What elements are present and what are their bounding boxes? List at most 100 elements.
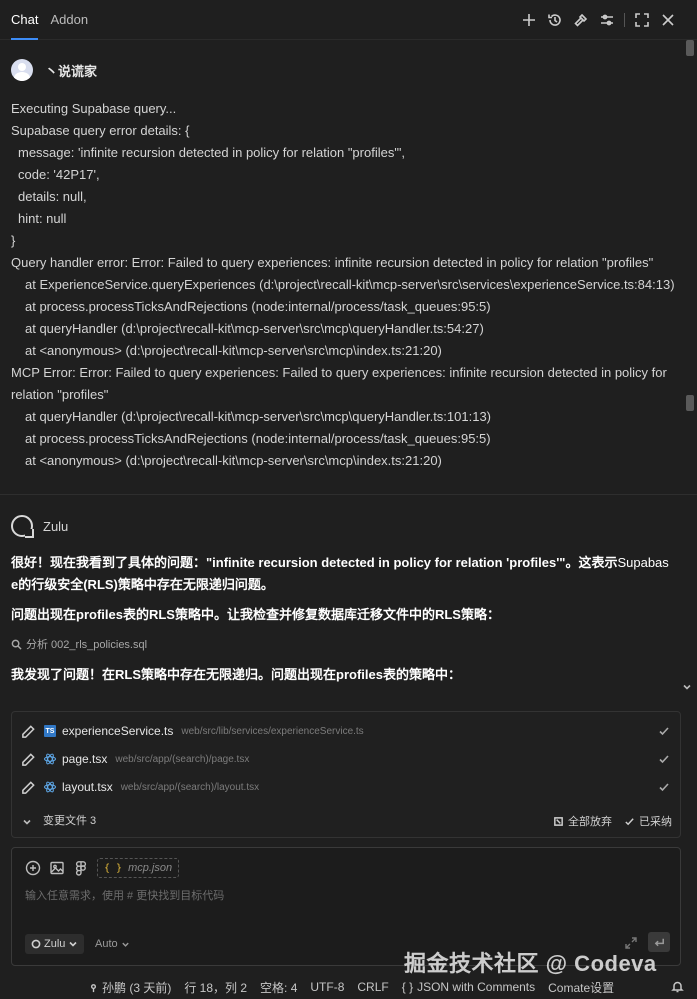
changed-files-footer: 变更文件 3 全部放弃 已采纳	[12, 809, 680, 831]
close-icon[interactable]	[655, 8, 681, 32]
sliders-icon[interactable]	[594, 8, 620, 32]
log-line: Executing Supabase query...	[11, 101, 177, 116]
scrollbar-thumb-top[interactable]	[686, 40, 694, 56]
toolbar	[516, 8, 681, 32]
changed-files-panel: TS experienceService.ts web/src/lib/serv…	[11, 711, 681, 838]
status-language-label: JSON with Comments	[417, 980, 536, 994]
file-path: web/src/lib/services/experienceService.t…	[181, 725, 364, 737]
log-line: code: '42P17',	[18, 167, 100, 182]
chevron-down-icon	[69, 941, 77, 947]
top-bar: Chat Addon	[0, 0, 697, 40]
log-line: details: null,	[18, 189, 87, 204]
discard-all-label: 全部放弃	[568, 816, 612, 828]
log-line: Query handler error: Error: Failed to qu…	[11, 255, 654, 270]
check-icon	[658, 781, 670, 793]
reply-text: 很好！现在我看到了具体的问题："infinite recursion detec…	[11, 555, 618, 570]
figma-icon[interactable]	[73, 860, 89, 876]
discard-all-button[interactable]: 全部放弃	[553, 813, 612, 829]
message-divider	[0, 494, 697, 495]
file-row[interactable]: TS experienceService.ts web/src/lib/serv…	[12, 717, 680, 745]
log-line: message: 'infinite recursion detected in…	[18, 145, 406, 160]
edit-icon	[21, 780, 36, 795]
bell-icon[interactable]	[671, 980, 684, 993]
file-path: web/src/app/(search)/layout.tsx	[120, 781, 260, 793]
changed-files-count[interactable]: 变更文件 3	[43, 812, 96, 828]
toolbar-divider	[624, 13, 625, 27]
mcp-tag-label: mcp.json	[128, 862, 173, 874]
bot-message-header: Zulu	[11, 515, 69, 538]
accepted-label: 已采纳	[639, 816, 672, 828]
hammer-icon[interactable]	[568, 8, 594, 32]
chevron-down-icon	[121, 942, 129, 947]
reply-paragraph-3: 我发现了问题！在RLS策略中存在无限递归。问题出现在profiles表的策略中：	[11, 667, 461, 682]
typescript-file-icon: TS	[44, 725, 56, 737]
log-line: Supabase query error details: {	[11, 123, 190, 138]
reply-paragraph-2: 问题出现在profiles表的RLS策略中。让我检查并修复数据库迁移文件中的RL…	[11, 607, 500, 622]
status-language[interactable]: { } JSON with Comments	[402, 980, 535, 994]
plus-icon[interactable]	[516, 8, 542, 32]
git-commit-icon	[90, 983, 97, 992]
status-bar: 孙鹏 (3 天前) 行 18，列 2 空格: 4 UTF-8 CRLF { } …	[0, 975, 697, 999]
add-context-icon[interactable]	[25, 860, 41, 876]
status-comate-settings[interactable]: Comate设置	[548, 979, 614, 996]
input-tools: { } mcp.json	[25, 858, 180, 878]
watermark: 掘金技术社区 @ Codeva	[404, 951, 657, 976]
tab-addon[interactable]: Addon	[50, 0, 88, 40]
reply-text: Supabas	[617, 555, 669, 570]
avatar	[11, 59, 33, 81]
file-name: layout.tsx	[62, 780, 113, 794]
chat-input-placeholder[interactable]: 输入任意需求，使用 # 更快找到目标代码	[25, 887, 224, 903]
log-line: relation "profiles"	[11, 387, 109, 402]
reply-paragraph-1: 很好！现在我看到了具体的问题："infinite recursion detec…	[11, 552, 681, 596]
check-icon	[625, 817, 634, 825]
check-icon	[658, 753, 670, 765]
search-icon	[11, 639, 22, 650]
log-line: MCP Error: Error: Failed to query experi…	[11, 365, 667, 380]
mcp-json-tag[interactable]: { } mcp.json	[97, 858, 180, 878]
log-line: at queryHandler (d:\project\recall-kit\m…	[25, 321, 484, 336]
status-indentation[interactable]: 空格: 4	[260, 979, 297, 996]
file-name: experienceService.ts	[62, 724, 174, 738]
status-git-blame[interactable]: 孙鹏 (3 天前)	[88, 979, 171, 996]
mode-label: Auto	[95, 938, 118, 950]
discard-icon	[554, 816, 563, 826]
log-line: at process.processTicksAndRejections (no…	[25, 299, 491, 314]
file-actions: 全部放弃 已采纳	[541, 813, 672, 829]
user-name: 丶说谎家	[45, 63, 98, 79]
status-encoding[interactable]: UTF-8	[310, 980, 344, 994]
error-log: Executing Supabase query... Supabase que…	[11, 98, 681, 472]
log-line: hint: null	[18, 211, 67, 226]
log-line: at queryHandler (d:\project\recall-kit\m…	[25, 409, 492, 424]
edit-icon	[21, 752, 36, 767]
model-selector[interactable]: Zulu	[25, 934, 85, 954]
status-cursor-position[interactable]: 行 18，列 2	[184, 979, 247, 996]
log-line: }	[11, 233, 16, 248]
file-path: web/src/app/(search)/page.tsx	[115, 753, 250, 765]
zulu-logo-icon	[31, 939, 41, 949]
analyze-step[interactable]: 分析 002_rls_policies.sql	[11, 636, 147, 652]
edit-icon	[21, 724, 36, 739]
file-row[interactable]: page.tsx web/src/app/(search)/page.tsx	[12, 745, 680, 773]
mode-selector[interactable]: Auto	[95, 934, 130, 954]
react-file-icon	[44, 753, 56, 765]
maximize-icon[interactable]	[629, 8, 655, 32]
image-icon[interactable]	[49, 860, 65, 876]
log-line: at process.processTicksAndRejections (no…	[25, 431, 491, 446]
chevron-down-icon[interactable]	[682, 680, 692, 690]
reply-text: e的行级安全(RLS)策略中存在无限递归问题。	[11, 577, 274, 592]
file-name: page.tsx	[62, 752, 108, 766]
tab-chat[interactable]: Chat	[11, 0, 39, 40]
scrollbar-thumb[interactable]	[686, 395, 694, 411]
status-author: 孙鹏 (3 天前)	[102, 980, 172, 995]
analyze-label: 分析 002_rls_policies.sql	[26, 639, 148, 651]
file-row[interactable]: layout.tsx web/src/app/(search)/layout.t…	[12, 773, 680, 801]
json-brace-icon: { }	[104, 862, 123, 874]
accepted-button[interactable]: 已采纳	[624, 813, 672, 829]
chevron-down-icon[interactable]	[22, 815, 32, 825]
log-line: at ExperienceService.queryExperiences (d…	[25, 277, 675, 292]
history-icon[interactable]	[542, 8, 568, 32]
bot-name: Zulu	[43, 518, 69, 534]
status-eol[interactable]: CRLF	[357, 980, 388, 994]
log-line: at <anonymous> (d:\project\recall-kit\mc…	[25, 453, 442, 468]
check-icon	[658, 725, 670, 737]
